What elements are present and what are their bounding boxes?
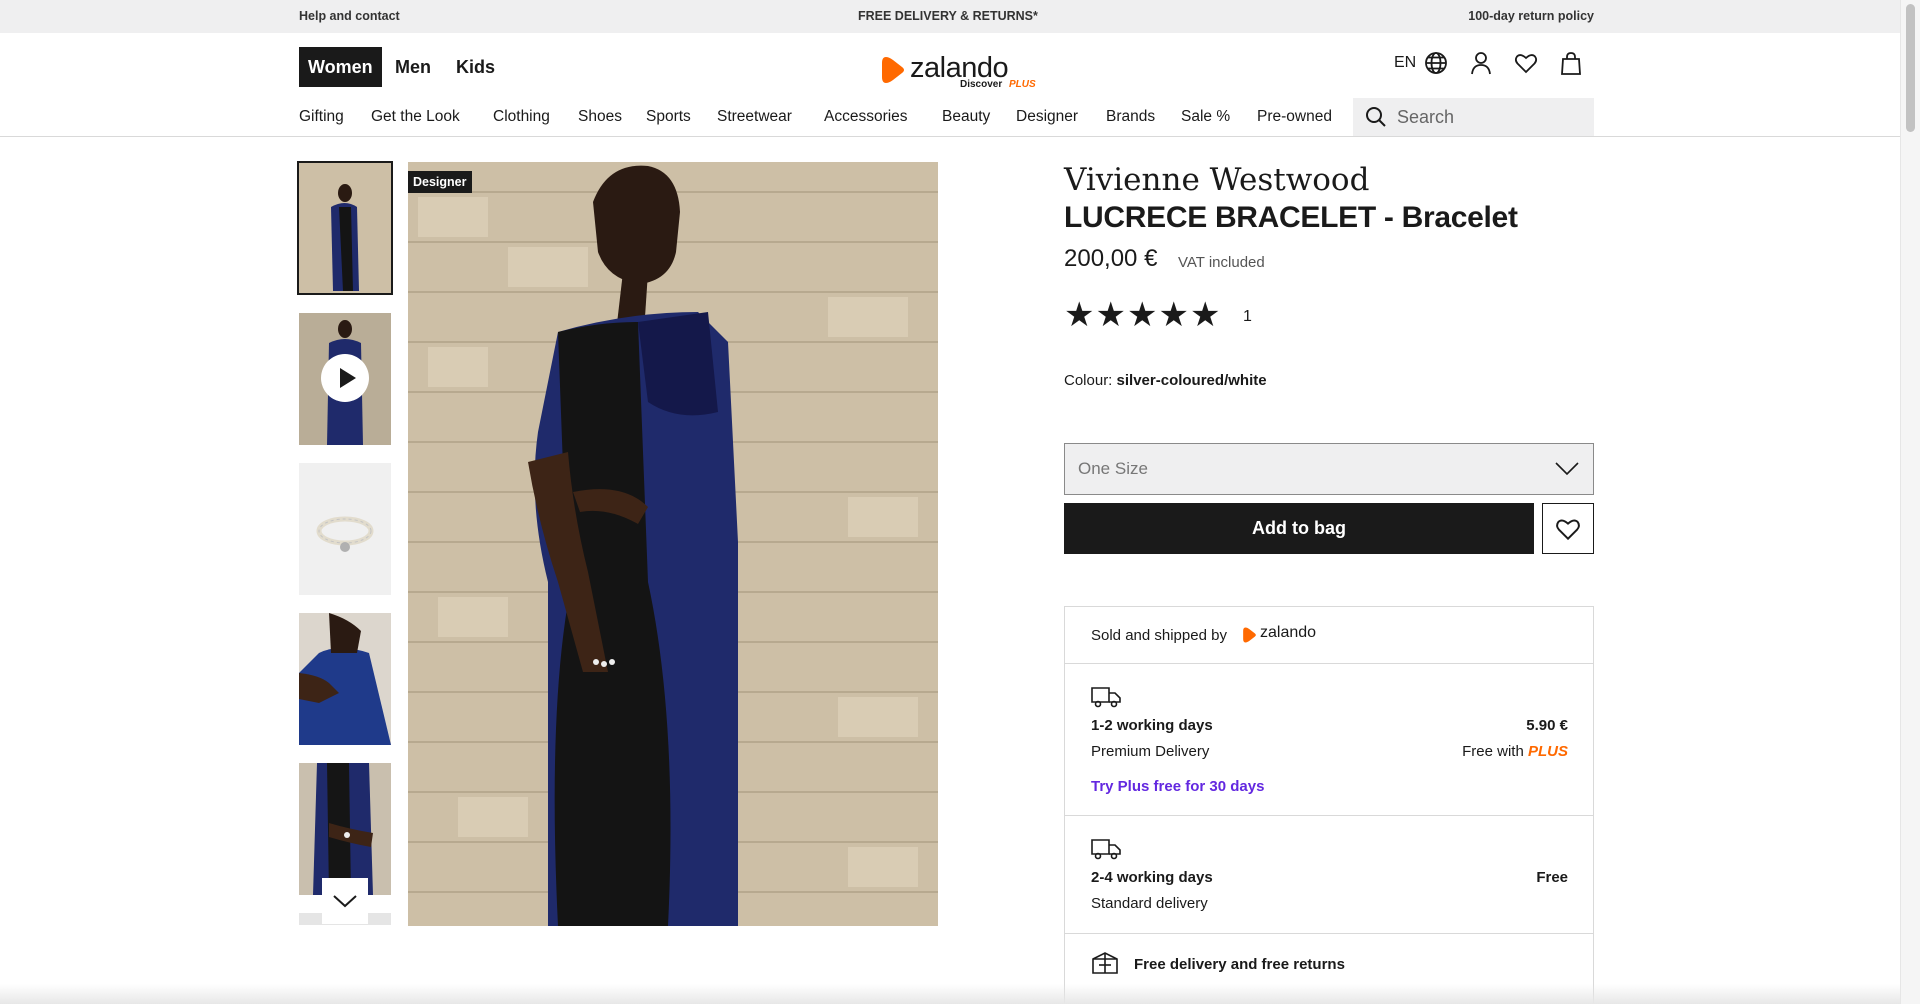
model-photo (408, 162, 938, 926)
star-icon: ★ (1189, 296, 1221, 334)
express-truck-icon (1091, 687, 1121, 708)
page-scrollbar[interactable] (1900, 0, 1920, 1004)
truck-icon (1091, 839, 1121, 860)
nav-pre-owned[interactable]: Pre-owned (1257, 108, 1332, 126)
free-with-label: Free with (1462, 743, 1524, 760)
main-product-image[interactable] (408, 162, 938, 926)
card-divider (1065, 663, 1593, 664)
vat-note: VAT included (1178, 254, 1265, 271)
nav-divider (0, 136, 1900, 137)
thumbnail-image (299, 463, 391, 595)
globe-icon[interactable] (1423, 50, 1449, 76)
size-select[interactable]: One Size (1064, 443, 1594, 495)
thumbnail-model-video[interactable] (299, 313, 391, 445)
user-icon[interactable] (1468, 50, 1494, 76)
nav-sports[interactable]: Sports (646, 108, 691, 126)
nav-designer[interactable]: Designer (1016, 108, 1078, 126)
search-box[interactable] (1353, 98, 1594, 136)
premium-delivery-type: Premium Delivery (1091, 743, 1210, 760)
search-input[interactable] (1397, 98, 1587, 136)
thumbnail-image (299, 613, 391, 745)
star-icon: ★ (1126, 296, 1158, 334)
product-price: 200,00 € (1064, 245, 1158, 272)
premium-delivery-price: 5.90 € (1526, 717, 1568, 734)
gender-tab-men[interactable]: Men (386, 47, 440, 87)
thumbnail-model-arm[interactable] (299, 613, 391, 745)
card-divider (1065, 815, 1593, 816)
standard-delivery-price: Free (1536, 869, 1568, 886)
zalando-logo[interactable]: zalando Discover PLUS (880, 52, 1045, 94)
nav-clothing[interactable]: Clothing (493, 108, 550, 126)
nav-brands[interactable]: Brands (1106, 108, 1155, 126)
standard-delivery-days: 2-4 working days (1091, 869, 1213, 886)
logo-discover: Discover (960, 79, 1003, 90)
logo-plus: PLUS (1009, 79, 1036, 90)
size-selected-value: One Size (1078, 459, 1148, 478)
thumbnails-scroll-down-button[interactable] (322, 878, 368, 924)
gender-tab-women[interactable]: Women (299, 47, 382, 87)
nav-streetwear[interactable]: Streetwear (717, 108, 792, 126)
star-icon: ★ (1095, 296, 1126, 334)
review-count[interactable]: 1 (1243, 308, 1252, 326)
search-icon (1366, 107, 1386, 127)
sold-shipped-label: Sold and shipped by (1091, 627, 1227, 644)
nav-beauty[interactable]: Beauty (942, 108, 990, 126)
language-selector[interactable]: EN (1394, 54, 1416, 72)
delivery-info-card: Sold and shipped by zalando 1-2 working … (1064, 606, 1594, 1004)
nav-shoes[interactable]: Shoes (578, 108, 622, 126)
thumbnail-bracelet[interactable] (299, 463, 391, 595)
zalando-mark-icon (882, 57, 904, 83)
colour-value: silver-coloured/white (1116, 372, 1267, 389)
colour-label: Colour: (1064, 372, 1113, 389)
thumbnail-model-full[interactable] (297, 161, 393, 295)
bottom-fade (0, 984, 1900, 1004)
chevron-down-icon (333, 895, 357, 908)
free-with-plus: Free with PLUS (1462, 743, 1568, 760)
standard-delivery-type: Standard delivery (1091, 895, 1208, 912)
heart-icon (1556, 519, 1580, 541)
colour-info: Colour: silver-coloured/white (1064, 372, 1267, 389)
add-to-bag-button[interactable]: Add to bag (1064, 503, 1534, 554)
free-delivery-returns-label: Free delivery and free returns (1134, 956, 1345, 973)
return-policy-link[interactable]: 100-day return policy (1468, 9, 1594, 23)
plus-logo: PLUS (1527, 743, 1568, 760)
card-divider (1065, 933, 1593, 934)
top-utility-bar: Help and contact FREE DELIVERY & RETURNS… (0, 0, 1900, 33)
thumbnail-image (299, 163, 391, 293)
nav-sale[interactable]: Sale % (1181, 108, 1230, 126)
star-icon: ★ (1158, 296, 1189, 334)
product-brand[interactable]: Vivienne Westwood (1064, 162, 1369, 198)
thumbnail-model-wrist[interactable] (299, 763, 391, 895)
try-plus-link[interactable]: Try Plus free for 30 days (1091, 778, 1264, 795)
help-contact-link[interactable]: Help and contact (299, 9, 400, 23)
nav-accessories[interactable]: Accessories (824, 108, 908, 126)
designer-badge: Designer (408, 171, 472, 193)
free-delivery-banner[interactable]: FREE DELIVERY & RETURNS* (858, 9, 1038, 23)
free-returns-box-icon (1092, 952, 1118, 974)
scrollbar-thumb[interactable] (1906, 4, 1915, 132)
nav-gifting[interactable]: Gifting (299, 108, 344, 126)
wishlist-heart-icon[interactable] (1513, 50, 1539, 76)
seller-name: zalando (1260, 624, 1317, 641)
shopping-bag-icon[interactable] (1558, 50, 1584, 76)
star-icon: ★ (1064, 296, 1095, 334)
product-name: LUCRECE BRACELET - Bracelet (1064, 201, 1518, 234)
premium-delivery-days: 1-2 working days (1091, 717, 1213, 734)
add-to-wishlist-button[interactable] (1542, 503, 1594, 554)
thumbnail-image (299, 763, 391, 895)
play-video-icon[interactable] (321, 354, 369, 402)
rating-stars[interactable]: ★ ★ ★ ★ ★ (1064, 298, 1221, 332)
chevron-down-icon (1555, 462, 1579, 476)
zalando-mark-icon (1243, 627, 1256, 643)
gender-tab-kids[interactable]: Kids (447, 47, 504, 87)
nav-get-the-look[interactable]: Get the Look (371, 108, 460, 126)
